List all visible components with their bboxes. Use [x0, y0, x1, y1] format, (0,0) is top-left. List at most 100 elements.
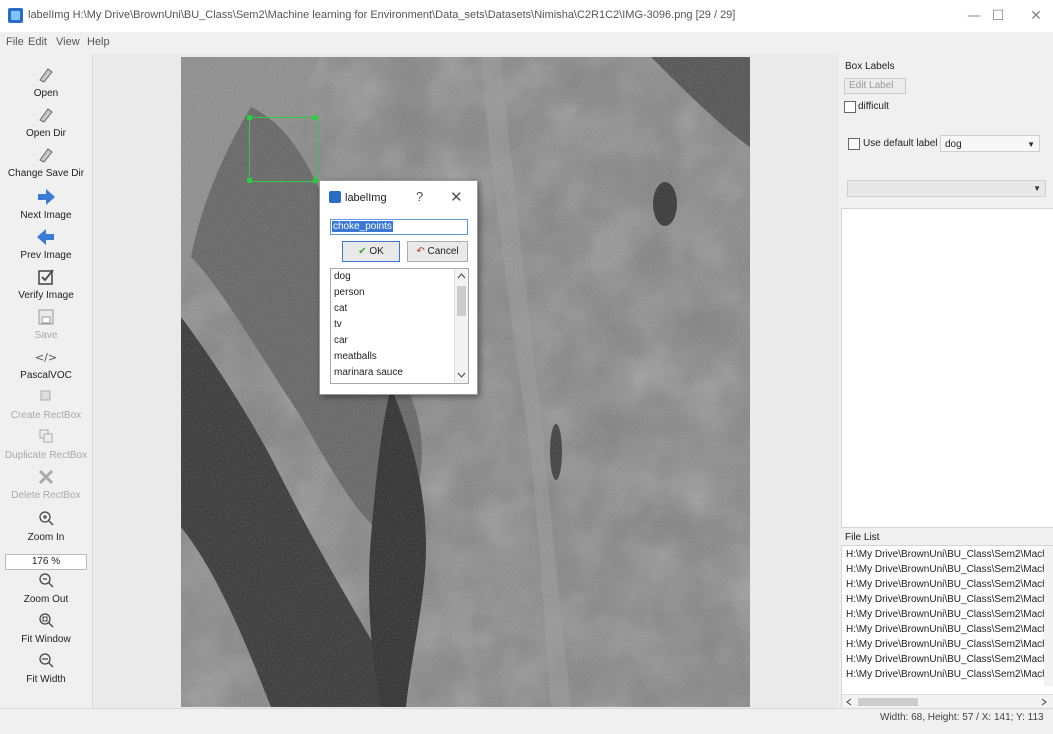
scroll-left-icon[interactable]	[845, 698, 853, 706]
edit-label-button[interactable]: Edit Label	[844, 78, 906, 94]
menu-view[interactable]: View	[56, 36, 80, 48]
next-image-button[interactable]: Next Image	[0, 188, 92, 221]
duplicate-icon	[0, 428, 92, 448]
hscroll-thumb[interactable]	[858, 698, 918, 706]
prev-image-button[interactable]: Prev Image	[0, 228, 92, 261]
cancel-icon: ↶	[416, 246, 425, 257]
delete-rectbox-button[interactable]: Delete RectBox	[0, 468, 92, 501]
zoom-out-icon	[0, 572, 92, 592]
open-label: Open	[33, 88, 59, 99]
app-icon	[8, 8, 23, 23]
box-labels-list[interactable]	[841, 208, 1053, 528]
label-filter-combo[interactable]: ▼	[847, 180, 1046, 197]
save-button[interactable]: Save	[0, 308, 92, 341]
label-input[interactable]: choke_points	[330, 219, 468, 235]
difficult-label: difficult	[858, 101, 889, 112]
file-list-item[interactable]: H:\My Drive\BrownUni\BU_Class\Sem2\Mach	[846, 564, 1048, 575]
file-list-title: File List	[845, 532, 880, 543]
close-button[interactable]: ✕	[1020, 6, 1052, 26]
list-item[interactable]: meatballs	[334, 351, 377, 362]
change-save-dir-icon	[0, 146, 92, 166]
zoom-in-button[interactable]: Zoom In	[0, 510, 92, 543]
bbox-handle-top-left[interactable]	[247, 115, 252, 120]
file-list[interactable]: H:\My Drive\BrownUni\BU_Class\Sem2\Mach …	[841, 545, 1053, 710]
arrow-right-icon	[0, 188, 92, 208]
zoom-value-field[interactable]: 176 %	[5, 554, 87, 570]
dialog-title: labelImg	[345, 192, 387, 204]
label-history-list[interactable]: dog person cat tv car meatballs marinara…	[330, 268, 469, 384]
scroll-up-icon[interactable]	[457, 272, 466, 280]
next-image-label: Next Image	[20, 210, 72, 221]
list-item[interactable]: dog	[334, 271, 351, 282]
file-list-item[interactable]: H:\My Drive\BrownUni\BU_Class\Sem2\Mach	[846, 624, 1048, 635]
zoom-out-label: Zoom Out	[23, 594, 69, 605]
arrow-left-icon	[0, 228, 92, 248]
maximize-button[interactable]: ☐	[982, 6, 1014, 26]
checkbox-check-icon	[0, 268, 92, 288]
fit-width-icon	[0, 652, 92, 672]
file-list-item[interactable]: H:\My Drive\BrownUni\BU_Class\Sem2\Mach	[846, 654, 1048, 665]
bbox-handle-bottom-right[interactable]	[313, 178, 318, 183]
left-toolbar: Open Open Dir Change Save Dir Next Image…	[0, 54, 93, 708]
menu-help[interactable]: Help	[87, 36, 110, 48]
file-list-item[interactable]: H:\My Drive\BrownUni\BU_Class\Sem2\Mach	[846, 579, 1048, 590]
delete-rectbox-label: Delete RectBox	[11, 490, 81, 501]
code-icon: </>	[34, 351, 58, 364]
menu-edit[interactable]: Edit	[28, 36, 47, 48]
format-button[interactable]: </> PascalVOC	[0, 348, 92, 381]
list-scrollbar[interactable]	[454, 269, 468, 383]
ok-button[interactable]: ✔ OK	[342, 241, 400, 262]
menu-bar	[0, 32, 1053, 54]
scroll-down-icon[interactable]	[457, 371, 466, 379]
dialog-help-button[interactable]: ?	[416, 189, 423, 204]
ok-label: OK	[369, 246, 384, 257]
dialog-close-button[interactable]: ✕	[450, 188, 463, 206]
open-dir-button[interactable]: Open Dir	[0, 106, 92, 139]
file-list-hscrollbar[interactable]	[842, 694, 1053, 709]
label-input-text: choke_points	[332, 221, 393, 232]
bbox-handle-bottom-left[interactable]	[247, 178, 252, 183]
delete-icon	[0, 468, 92, 488]
zoom-in-icon	[0, 510, 92, 530]
file-list-item[interactable]: H:\My Drive\BrownUni\BU_Class\Sem2\Mach	[846, 669, 1048, 680]
file-list-item[interactable]: H:\My Drive\BrownUni\BU_Class\Sem2\Mach	[846, 639, 1048, 650]
fit-window-label: Fit Window	[21, 634, 71, 645]
bounding-box[interactable]	[249, 117, 317, 182]
dialog-app-icon	[329, 191, 341, 203]
save-icon	[0, 308, 92, 328]
change-save-dir-button[interactable]: Change Save Dir	[0, 146, 92, 179]
format-label: PascalVOC	[20, 370, 72, 381]
cancel-button[interactable]: ↶ Cancel	[407, 241, 468, 262]
default-label-combo[interactable]: dog ▼	[940, 135, 1040, 152]
menu-file[interactable]: File	[6, 36, 24, 48]
file-list-scrollbar[interactable]	[1044, 546, 1053, 686]
file-list-item[interactable]: H:\My Drive\BrownUni\BU_Class\Sem2\Mach	[846, 609, 1048, 620]
fit-width-button[interactable]: Fit Width	[0, 652, 92, 685]
create-rectbox-label: Create RectBox	[10, 410, 82, 421]
file-list-item[interactable]: H:\My Drive\BrownUni\BU_Class\Sem2\Mach	[846, 549, 1048, 560]
use-default-label-checkbox[interactable]	[848, 138, 860, 150]
scroll-right-icon[interactable]	[1040, 698, 1048, 706]
list-item[interactable]: person	[334, 287, 365, 298]
cancel-label: Cancel	[427, 246, 459, 257]
list-item[interactable]: car	[334, 335, 348, 346]
change-save-dir-label: Change Save Dir	[7, 168, 85, 179]
default-label-value: dog	[945, 139, 962, 150]
list-item[interactable]: marinara sauce	[334, 367, 403, 378]
fit-window-button[interactable]: Fit Window	[0, 612, 92, 645]
fit-width-label: Fit Width	[26, 674, 66, 685]
list-item[interactable]: cat	[334, 303, 347, 314]
open-button[interactable]: Open	[0, 66, 92, 99]
file-list-item[interactable]: H:\My Drive\BrownUni\BU_Class\Sem2\Mach	[846, 594, 1048, 605]
dropdown-icon: ▼	[1033, 184, 1041, 193]
duplicate-rectbox-button[interactable]: Duplicate RectBox	[0, 428, 92, 461]
label-dialog: labelImg ? ✕ choke_points ✔ OK ↶ Cancel …	[319, 180, 478, 395]
create-rectbox-button[interactable]: Create RectBox	[0, 388, 92, 421]
verify-image-button[interactable]: Verify Image	[0, 268, 92, 301]
difficult-checkbox[interactable]	[844, 101, 856, 113]
list-item[interactable]: tv	[334, 319, 342, 330]
scrollbar-thumb[interactable]	[457, 286, 466, 316]
bbox-handle-top-right[interactable]	[313, 115, 318, 120]
duplicate-rectbox-label: Duplicate RectBox	[4, 450, 88, 461]
zoom-out-button[interactable]: Zoom Out	[0, 572, 92, 605]
